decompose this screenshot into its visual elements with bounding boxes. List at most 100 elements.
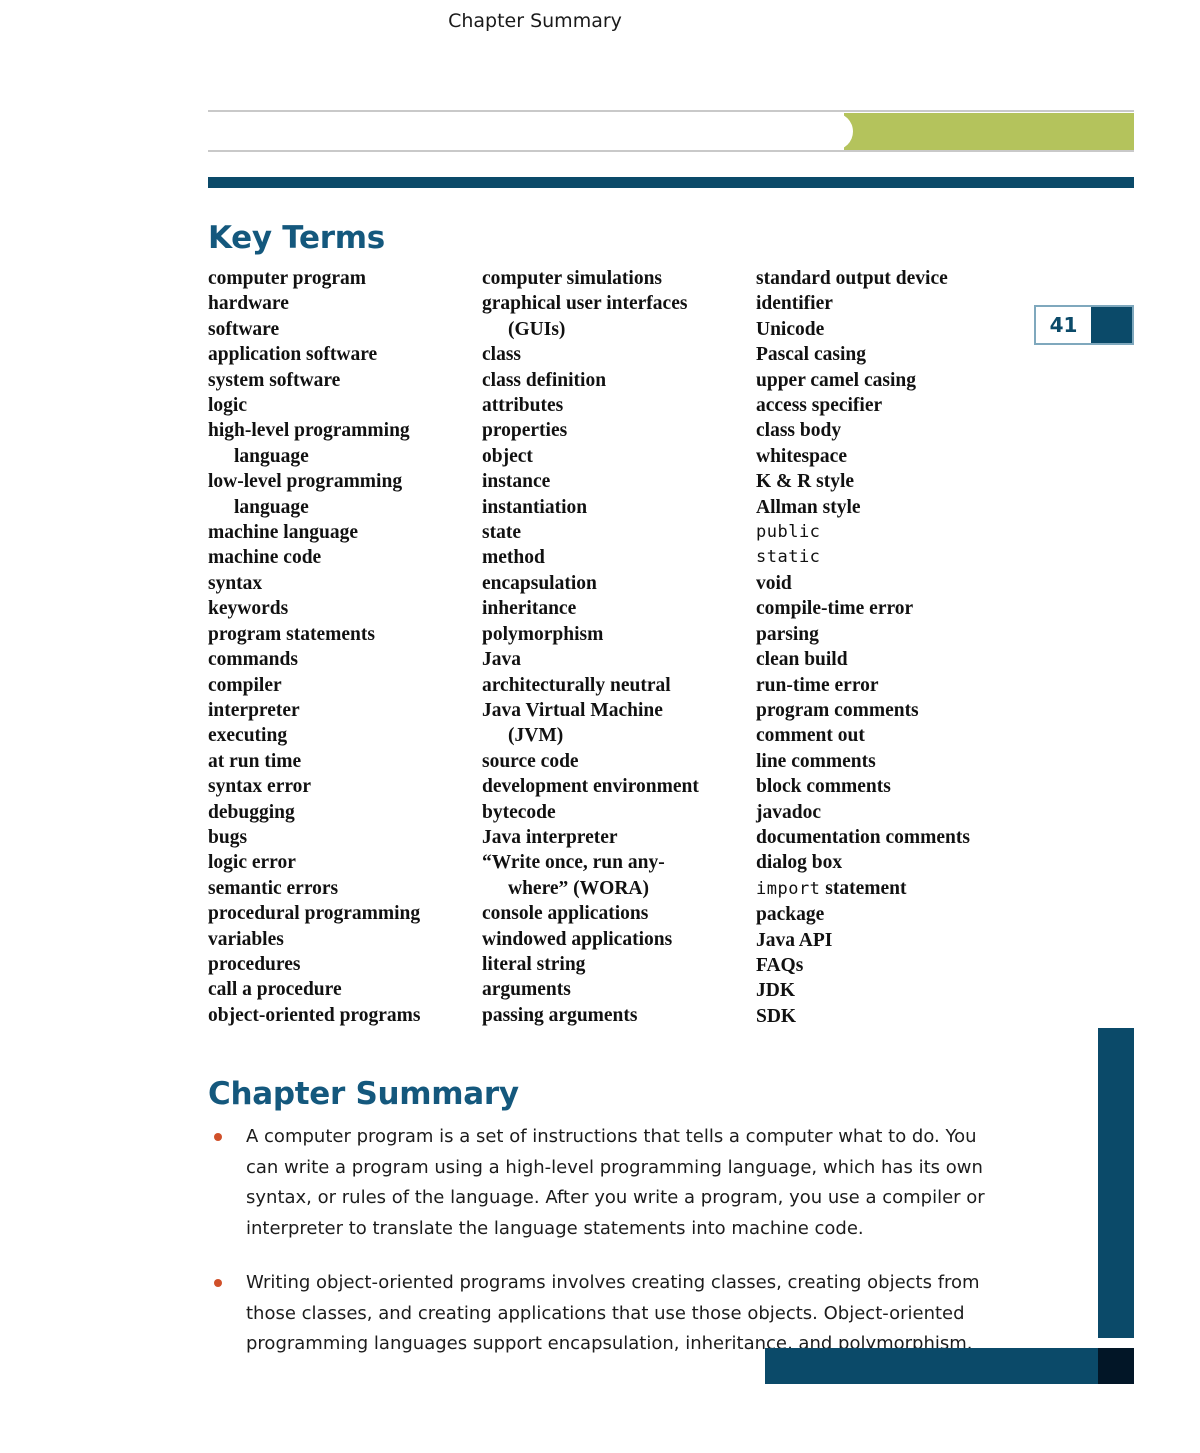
- key-term: SDK: [756, 1005, 797, 1027]
- key-term: program statements: [208, 623, 375, 645]
- header-rule-top: [208, 110, 1134, 112]
- key-term: (JVM): [508, 725, 564, 747]
- key-term: Allman style: [756, 496, 861, 518]
- key-term: semantic errors: [208, 877, 339, 899]
- key-term: comment out: [756, 725, 865, 747]
- key-term: “Write once, run any-: [482, 852, 665, 874]
- key-term: machine code: [208, 547, 322, 569]
- key-term: compile-time error: [756, 598, 914, 620]
- key-term: arguments: [482, 979, 571, 1001]
- key-term: state: [482, 522, 521, 544]
- key-term: attributes: [482, 395, 564, 417]
- key-term: documentation comments: [756, 826, 970, 848]
- header-tab-shape: [638, 113, 853, 150]
- key-term: machine language: [208, 522, 359, 544]
- key-term: language: [234, 445, 309, 467]
- key-terms-column-1: computer program hardware software applicat…: [208, 266, 476, 1028]
- key-term: properties: [482, 420, 568, 442]
- key-term: Java interpreter: [482, 826, 618, 848]
- key-term: javadoc: [756, 801, 821, 823]
- key-term: architecturally neutral: [482, 674, 671, 696]
- key-term: K & R style: [756, 471, 855, 493]
- key-term: instance: [482, 471, 551, 493]
- key-term: application software: [208, 344, 378, 366]
- key-term: object: [482, 445, 533, 467]
- key-term: instantiation: [482, 496, 588, 518]
- key-term: line comments: [756, 750, 876, 772]
- key-term: (GUIs): [508, 318, 566, 340]
- key-term: logic error: [208, 852, 296, 874]
- key-term: development environment: [482, 776, 699, 798]
- decorative-horizontal-bar: [765, 1348, 1134, 1384]
- key-term: Unicode: [756, 318, 825, 340]
- key-term: interpreter: [208, 699, 300, 721]
- key-term: syntax: [208, 572, 263, 594]
- key-term-code-word: import: [756, 878, 821, 899]
- key-term: program comments: [756, 699, 919, 721]
- decorative-corner-square: [1098, 1348, 1134, 1384]
- key-term: hardware: [208, 293, 289, 315]
- header-green-band: [844, 113, 1134, 150]
- key-term: object-oriented programs: [208, 1004, 421, 1026]
- key-term: upper camel casing: [756, 369, 916, 391]
- page-badge-block: [1091, 307, 1132, 343]
- key-term: source code: [482, 750, 579, 772]
- key-term: parsing: [756, 623, 819, 645]
- running-header-title: Chapter Summary: [448, 10, 622, 32]
- key-terms-column-2: computer simulations graphical user inter…: [482, 266, 750, 1028]
- key-term: windowed applications: [482, 928, 673, 950]
- key-term: public: [756, 522, 821, 543]
- key-term: software: [208, 318, 280, 340]
- key-term: Java: [482, 649, 521, 671]
- summary-bullet: A computer program is a set of instructi…: [208, 1122, 1008, 1244]
- key-term: logic: [208, 395, 247, 417]
- key-term: bugs: [208, 826, 248, 848]
- navy-divider-rule: [208, 177, 1134, 188]
- key-term: void: [756, 572, 792, 594]
- chapter-summary-heading: Chapter Summary: [208, 1076, 519, 1112]
- running-header: [208, 110, 1134, 152]
- key-term: package: [756, 904, 825, 926]
- summary-bullet: Writing object-oriented programs involve…: [208, 1268, 1008, 1360]
- key-term: static: [756, 547, 821, 568]
- key-terms-column-3: standard output device identifier Unicode P…: [756, 266, 1046, 1029]
- key-term: whitespace: [756, 445, 847, 467]
- key-term: computer simulations: [482, 268, 663, 289]
- summary-bullet-text: Writing object-oriented programs involve…: [246, 1272, 980, 1354]
- key-term: variables: [208, 928, 284, 950]
- key-term: low-level programming: [208, 471, 403, 493]
- key-term: block comments: [756, 776, 891, 798]
- key-term: Java Virtual Machine: [482, 699, 663, 721]
- key-term: syntax error: [208, 776, 312, 798]
- summary-bullet-text: A computer program is a set of instructi…: [246, 1126, 985, 1239]
- bullet-dot-icon: [214, 1279, 222, 1287]
- key-term: class: [482, 344, 521, 366]
- key-term: identifier: [756, 293, 833, 315]
- key-term: bytecode: [482, 801, 556, 823]
- decorative-vertical-bar: [1098, 1028, 1134, 1338]
- key-term: where” (WORA): [508, 877, 649, 899]
- key-term: class body: [756, 420, 842, 442]
- key-term: passing arguments: [482, 1004, 638, 1026]
- key-term: Pascal casing: [756, 344, 866, 366]
- key-term: access specifier: [756, 395, 883, 417]
- key-term: compiler: [208, 674, 282, 696]
- key-term: keywords: [208, 598, 289, 620]
- key-term: console applications: [482, 903, 649, 925]
- key-terms-list: computer program hardware software applicat…: [208, 266, 1068, 1029]
- key-term: call a procedure: [208, 979, 342, 1001]
- key-term: standard output device: [756, 268, 948, 289]
- chapter-summary-bullets: A computer program is a set of instructi…: [208, 1122, 1008, 1384]
- key-term: JDK: [756, 980, 795, 1002]
- key-term: computer program: [208, 268, 366, 289]
- key-term: debugging: [208, 801, 295, 823]
- key-term: Java API: [756, 929, 833, 951]
- key-term: graphical user interfaces: [482, 293, 688, 315]
- key-term: procedural programming: [208, 903, 421, 925]
- key-term: high-level programming: [208, 420, 410, 442]
- key-term: commands: [208, 649, 298, 671]
- key-terms-heading: Key Terms: [208, 220, 385, 256]
- key-term: procedures: [208, 953, 301, 975]
- header-rule-bottom: [208, 150, 1134, 152]
- key-term: method: [482, 547, 545, 569]
